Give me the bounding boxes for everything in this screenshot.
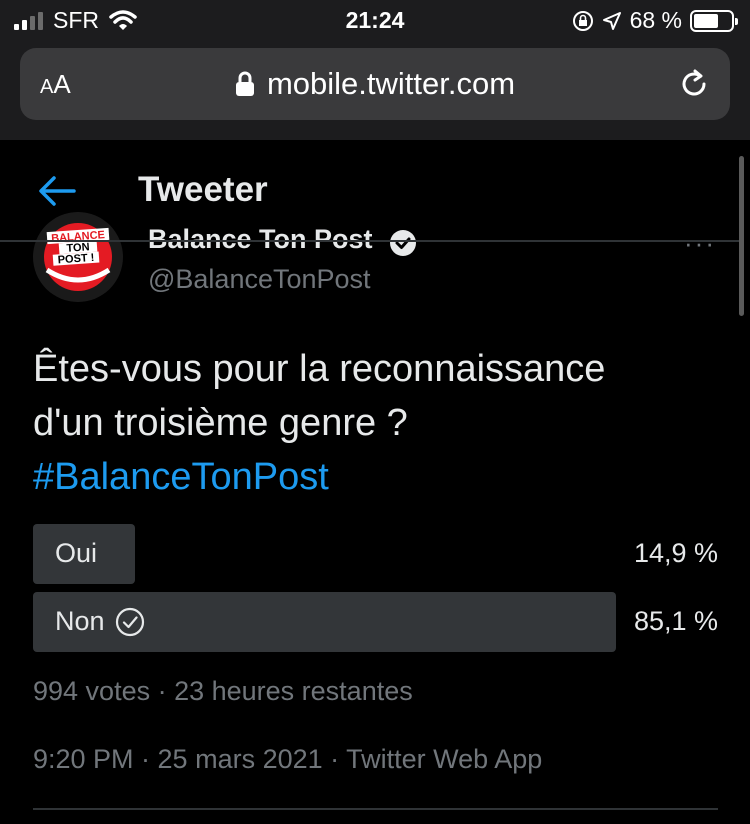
url-display[interactable]: mobile.twitter.com (20, 66, 730, 102)
status-right: 68 % (572, 7, 738, 34)
avatar[interactable]: BALANCE TON POST ! (33, 212, 123, 302)
tweet-timestamp[interactable]: 9:20 PM · 25 mars 2021 · Twitter Web App (33, 744, 542, 775)
twitter-header: Tweeter (0, 140, 750, 241)
user-handle[interactable]: @BalanceTonPost (148, 264, 371, 295)
poll-label-non: Non (55, 606, 145, 637)
url-text: mobile.twitter.com (266, 66, 516, 101)
logo-line-3: POST ! (57, 252, 94, 267)
poll: Oui 14,9 % Non 85,1 % (33, 524, 718, 660)
header-divider (0, 240, 740, 242)
verified-badge-icon (390, 230, 416, 256)
orientation-lock-icon (572, 10, 593, 31)
poll-meta: 994 votes · 23 heures restantes (33, 676, 413, 706)
page-title: Tweeter (138, 170, 268, 209)
tweet: BALANCE TON POST ! Balance Ton Post ··· … (0, 212, 750, 824)
battery-fill (694, 13, 719, 28)
reload-icon[interactable] (676, 66, 712, 102)
poll-option-label: Non (55, 606, 105, 636)
tweet-text-line-2: d'un troisième genre ? (33, 402, 408, 444)
check-circle-icon (115, 607, 144, 636)
tweet-text: Êtes-vous pour la reconnaissance d'un tr… (33, 342, 723, 504)
location-icon (602, 11, 621, 30)
tweet-text-line-1: Êtes-vous pour la reconnaissance (33, 348, 606, 390)
scrollbar[interactable] (739, 156, 744, 316)
poll-percent-oui: 14,9 % (633, 538, 718, 568)
poll-label-oui: Oui (55, 538, 97, 569)
battery-label: 68 % (629, 7, 682, 33)
poll-option-oui: Oui 14,9 % (33, 524, 718, 584)
divider (33, 808, 718, 810)
battery-icon (690, 9, 738, 32)
back-arrow-icon[interactable] (38, 174, 76, 208)
hashtag-link[interactable]: #BalanceTonPost (33, 450, 723, 504)
poll-option-label: Oui (55, 538, 98, 568)
poll-percent-non: 85,1 % (633, 606, 718, 636)
poll-option-non: Non 85,1 % (33, 592, 718, 652)
address-bar[interactable]: AA mobile.twitter.com (20, 48, 730, 120)
browser-chrome: AA mobile.twitter.com (0, 40, 750, 140)
more-options-icon[interactable]: ··· (684, 228, 716, 259)
status-bar: SFR 21:24 68 % (0, 0, 750, 40)
balance-ton-post-logo: BALANCE TON POST ! (33, 212, 123, 302)
lock-icon (235, 71, 254, 96)
